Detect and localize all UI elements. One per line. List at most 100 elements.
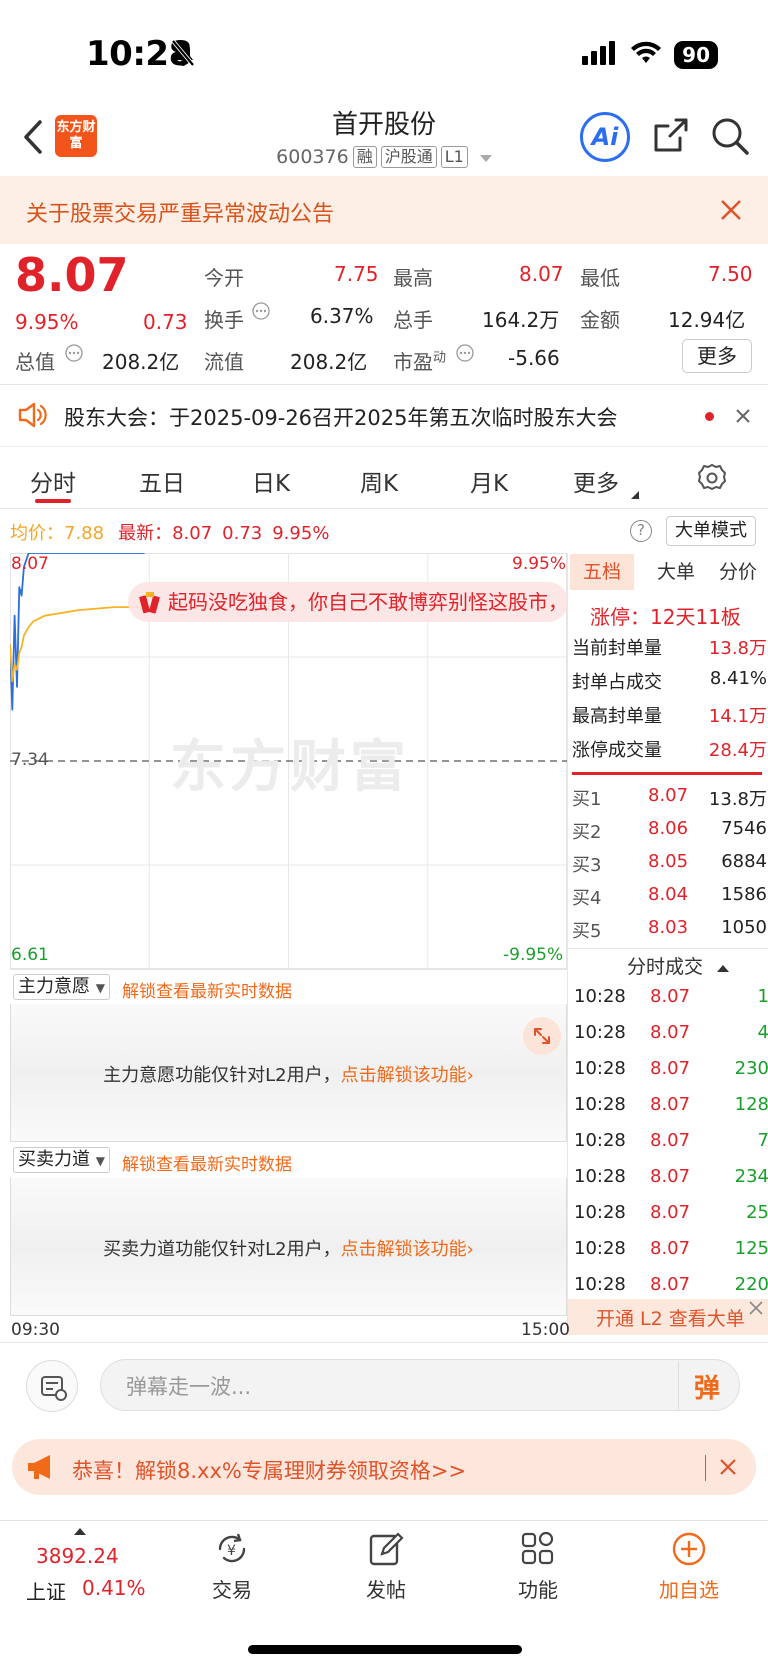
- settings-icon[interactable]: [697, 463, 727, 497]
- big-order-mode-button[interactable]: 大单模式: [666, 516, 756, 546]
- tab-yuek[interactable]: 月K: [470, 464, 508, 498]
- divider: [0, 508, 768, 509]
- help-icon[interactable]: ?: [630, 520, 652, 542]
- maimai-message-text: 买卖力道功能仅针对L2用户，: [103, 1239, 341, 1260]
- divider: [10, 969, 567, 970]
- close-icon[interactable]: [720, 1459, 736, 1479]
- tab-fenshi[interactable]: 分时: [30, 464, 76, 498]
- pe-label-text: 市盈: [393, 350, 433, 374]
- bid-row: 买3 8.05 6884: [572, 851, 767, 877]
- stat-row: 当前封单量 13.8万: [572, 634, 767, 660]
- bid-label: 买3: [572, 855, 602, 876]
- stat-row: 最高封单量 14.1万: [572, 702, 767, 728]
- tick-volume: 25: [746, 1202, 768, 1223]
- high-label: 最高: [393, 266, 433, 290]
- tick-volume: 234: [734, 1166, 768, 1187]
- pe-value: -5.66: [508, 346, 560, 370]
- avg-price-line: [10, 606, 145, 683]
- limit-up-row: 涨停：12天11板: [590, 601, 741, 630]
- ticks-title[interactable]: 分时成交: [627, 952, 730, 979]
- notice-text[interactable]: 关于股票交易严重异常波动公告: [26, 196, 334, 228]
- tick-volume: 7: [757, 1130, 768, 1151]
- tick-volume: 1: [757, 986, 768, 1007]
- nav-add-watchlist[interactable]: 加自选: [629, 1530, 749, 1603]
- close-icon[interactable]: [720, 199, 742, 225]
- tick-time: 10:28: [574, 986, 626, 1007]
- limit-up-label: 涨停：: [590, 605, 650, 629]
- y-mid-label: 7.34: [11, 750, 49, 770]
- bid-book: 买1 8.07 13.8万 买2 8.06 7546 买3 8.05 6884 买4 8.04…: [572, 785, 767, 955]
- tick-volume: 125: [734, 1238, 768, 1259]
- info-icon[interactable]: [456, 344, 474, 366]
- mktcap-value: 208.2亿: [102, 350, 180, 374]
- tick-time: 10:28: [574, 1130, 626, 1151]
- change-pct: 9.95%: [15, 310, 79, 334]
- tick-price: 8.07: [650, 1130, 691, 1151]
- tick-time: 10:28: [574, 1094, 626, 1115]
- nav-functions[interactable]: 功能: [478, 1530, 598, 1603]
- connect-tag: 沪股通: [380, 146, 437, 168]
- tick-time: 10:28: [574, 1202, 626, 1223]
- more-button[interactable]: 更多: [682, 339, 752, 373]
- nav-post[interactable]: 发帖: [326, 1530, 446, 1603]
- bid-price: 8.07: [648, 785, 689, 806]
- danmu-toggle-button[interactable]: 弹: [694, 1368, 720, 1405]
- tick-time: 10:28: [574, 1166, 626, 1187]
- search-icon[interactable]: [710, 116, 750, 160]
- nav-trade-label: 交易: [212, 1578, 252, 1602]
- zhuli-unlock-link[interactable]: 解锁查看最新实时数据: [122, 977, 292, 1002]
- mktcap-label: 总值: [15, 350, 55, 374]
- info-icon[interactable]: [252, 302, 270, 324]
- stat-label: 最高封单量: [572, 706, 662, 727]
- stat-row: 涨停成交量 28.4万: [572, 736, 767, 762]
- right-tab-wudang[interactable]: 五档: [570, 554, 634, 590]
- right-tab-dadan[interactable]: 大单: [646, 554, 706, 590]
- ai-button[interactable]: Ai: [580, 112, 630, 162]
- bid-label: 买2: [572, 822, 602, 843]
- danmu-popup[interactable]: 起码没吃独食，你自己不敢博弈别怪这股市，: [128, 582, 568, 622]
- bid-label: 买1: [572, 789, 602, 810]
- tick-price: 8.07: [650, 1058, 691, 1079]
- close-icon[interactable]: [749, 1300, 763, 1319]
- right-tab-fenjia[interactable]: 分价: [708, 554, 768, 590]
- nav-trade[interactable]: ¥ 交易: [172, 1530, 292, 1603]
- promo-text[interactable]: 恭喜！解锁8.xx%专属理财券领取资格>>: [72, 1455, 466, 1485]
- info-icon[interactable]: [65, 344, 83, 366]
- l2-cta-text[interactable]: 开通 L2 查看大单: [596, 1304, 745, 1331]
- maimai-dropdown[interactable]: 买卖力道 ▼: [13, 1147, 110, 1173]
- divider: [568, 948, 768, 949]
- stat-value: 13.8万: [708, 638, 767, 659]
- tab-rik[interactable]: 日K: [252, 464, 290, 498]
- bid-volume: 1050: [721, 917, 767, 938]
- nav-post-label: 发帖: [366, 1578, 406, 1602]
- pe-sup: 动: [433, 350, 447, 366]
- level-tag: L1: [440, 146, 468, 168]
- tab-more[interactable]: 更多: [573, 464, 619, 498]
- maimai-unlock-button[interactable]: 点击解锁该功能: [341, 1239, 467, 1260]
- maimai-unlock-link[interactable]: 解锁查看最新实时数据: [122, 1150, 292, 1175]
- zhuli-unlock-button[interactable]: 点击解锁该功能: [341, 1065, 467, 1086]
- bid-row: 买4 8.04 1586: [572, 884, 767, 910]
- index-value: 3892.24: [36, 1544, 119, 1568]
- expand-icon[interactable]: [523, 1017, 561, 1055]
- seal-stats: 当前封单量 13.8万 封单占成交 8.41% 最高封单量 14.1万 涨停成交量 28…: [572, 634, 767, 764]
- stat-value: 14.1万: [708, 706, 767, 727]
- zhuli-dropdown[interactable]: 主力意愿 ▼: [13, 974, 110, 1000]
- stat-row: 封单占成交 8.41%: [572, 668, 767, 694]
- caret-up-icon: [74, 1528, 86, 1535]
- bid-label: 买5: [572, 921, 602, 942]
- close-icon[interactable]: [735, 408, 751, 428]
- tab-zhouk[interactable]: 周K: [360, 464, 398, 498]
- nav-add-watchlist-label: 加自选: [659, 1578, 719, 1602]
- maimai-title: 买卖力道: [18, 1149, 90, 1170]
- share-icon[interactable]: [650, 116, 690, 160]
- home-indicator: [248, 1645, 522, 1654]
- index-ticker[interactable]: 3892.24 上证 0.41%: [14, 1524, 154, 1604]
- tick-time: 10:28: [574, 1022, 626, 1043]
- stat-label: 当前封单量: [572, 638, 662, 659]
- pct-bottom-label: -9.95%: [503, 945, 564, 965]
- stat-value: 8.41%: [709, 668, 767, 689]
- meeting-text[interactable]: 股东大会：于2025-09-26召开2025年第五次临时股东大会: [64, 402, 617, 432]
- tab-wuri[interactable]: 五日: [139, 464, 185, 498]
- danmu-settings-icon[interactable]: [26, 1360, 78, 1412]
